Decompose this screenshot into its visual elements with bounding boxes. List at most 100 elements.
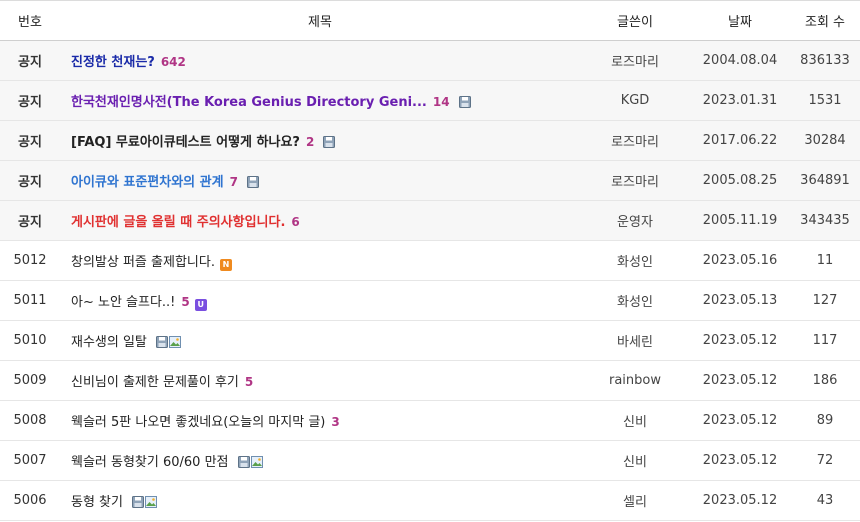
floppy-icon [458,96,471,108]
row-views: 43 [790,480,860,521]
row-num: 5009 [0,360,60,401]
floppy-icon [323,136,336,148]
row-title-cell: [FAQ] 무료아이큐테스트 어떻게 하나요? 2 [60,120,580,161]
row-title-cell: 한국천재인명사전(The Korea Genius Directory Geni… [60,80,580,121]
post-title-link[interactable]: 웩슬러 동형찾기 60/60 만점 [71,455,229,470]
row-writer[interactable]: 로즈마리 [580,120,690,161]
post-title-link[interactable]: 동형 찾기 [71,495,123,510]
row-num: 5010 [0,320,60,361]
post-title-link[interactable]: 한국천재인명사전(The Korea Genius Directory Geni… [71,95,427,110]
comment-count[interactable]: 5 [245,375,253,389]
row-writer[interactable]: 로즈마리 [580,160,690,201]
header-writer: 글쓴이 [580,0,690,41]
notice-row[interactable]: 공지 아이큐와 표준편차와의 관계 7 로즈마리 2005.08.25 36489… [0,160,860,201]
comment-count[interactable]: 2 [306,135,314,149]
row-date: 2023.05.12 [690,440,790,481]
post-row[interactable]: 5007 웩슬러 동형찾기 60/60 만점 신비 2023.05.12 72 [0,440,860,481]
row-views: 11 [790,240,860,281]
post-row[interactable]: 5006 동형 찾기 셀리 2023.05.12 43 [0,480,860,521]
row-writer[interactable]: rainbow [580,360,690,401]
post-title-link[interactable]: [FAQ] 무료아이큐테스트 어떻게 하나요? [71,135,300,150]
row-title-cell: 웩슬러 5판 나오면 좋겠네요(오늘의 마지막 글) 3 [60,400,580,441]
post-title-link[interactable]: 신비님이 출제한 문제풀이 후기 [71,375,239,390]
board-header: 번호 제목 글쓴이 날짜 조회 수 [0,0,860,41]
row-date: 2017.06.22 [690,120,790,161]
notice-row[interactable]: 공지 진정한 천재는? 642 로즈마리 2004.08.04 836133 [0,40,860,81]
post-title-link[interactable]: 아이큐와 표준편차와의 관계 [71,175,224,190]
row-date: 2023.05.12 [690,360,790,401]
row-num: 5012 [0,240,60,281]
row-num: 공지 [0,40,60,81]
post-title-link[interactable]: 게시판에 글을 올릴 때 주의사항입니다. [71,215,285,230]
row-views: 72 [790,440,860,481]
row-views: 836133 [790,40,860,81]
comment-count[interactable]: 6 [291,215,299,229]
post-title-link[interactable]: 진정한 천재는? [71,55,155,70]
row-views: 89 [790,400,860,441]
row-num: 5007 [0,440,60,481]
row-title-cell: 재수생의 일탈 [60,320,580,361]
post-row[interactable]: 5010 재수생의 일탈 바세린 2023.05.12 117 [0,320,860,361]
row-date: 2023.05.12 [690,480,790,521]
header-num: 번호 [0,0,60,41]
row-date: 2023.05.13 [690,280,790,321]
comment-count[interactable]: 5 [181,295,189,309]
image-icon [169,336,182,348]
row-writer[interactable]: 운영자 [580,200,690,241]
row-title-cell: 동형 찾기 [60,480,580,521]
row-date: 2023.01.31 [690,80,790,121]
row-writer[interactable]: 화성인 [580,240,690,281]
header-date: 날짜 [690,0,790,41]
header-title: 제목 [60,0,580,41]
row-writer[interactable]: KGD [580,80,690,121]
floppy-icon [156,336,169,348]
row-views: 1531 [790,80,860,121]
comment-count[interactable]: 14 [433,95,450,109]
row-title-cell: 신비님이 출제한 문제풀이 후기 5 [60,360,580,401]
row-title-cell: 진정한 천재는? 642 [60,40,580,81]
row-title-cell: 아이큐와 표준편차와의 관계 7 [60,160,580,201]
row-writer[interactable]: 신비 [580,440,690,481]
board-body: 공지 진정한 천재는? 642 로즈마리 2004.08.04 836133 공지… [0,40,860,521]
image-icon [250,456,263,468]
post-row[interactable]: 5012 창의발상 퍼즐 출제합니다. N 화성인 2023.05.16 11 [0,240,860,281]
row-num: 5008 [0,400,60,441]
row-date: 2004.08.04 [690,40,790,81]
floppy-icon [247,176,260,188]
row-num: 공지 [0,120,60,161]
row-title-cell: 게시판에 글을 올릴 때 주의사항입니다. 6 [60,200,580,241]
notice-row[interactable]: 공지 [FAQ] 무료아이큐테스트 어떻게 하나요? 2 로즈마리 2017.06… [0,120,860,161]
row-writer[interactable]: 화성인 [580,280,690,321]
row-writer[interactable]: 로즈마리 [580,40,690,81]
header-views: 조회 수 [790,0,860,41]
row-views: 186 [790,360,860,401]
post-title-link[interactable]: 웩슬러 5판 나오면 좋겠네요(오늘의 마지막 글) [71,415,325,430]
floppy-icon [237,456,250,468]
row-date: 2023.05.16 [690,240,790,281]
post-row[interactable]: 5008 웩슬러 5판 나오면 좋겠네요(오늘의 마지막 글) 3 신비 2023… [0,400,860,441]
notice-row[interactable]: 공지 한국천재인명사전(The Korea Genius Directory G… [0,80,860,121]
row-date: 2005.11.19 [690,200,790,241]
row-date: 2023.05.12 [690,400,790,441]
board-table: 번호 제목 글쓴이 날짜 조회 수 공지 진정한 천재는? 642 로즈마리 20… [0,0,860,521]
post-title-link[interactable]: 재수생의 일탈 [71,335,147,350]
row-views: 127 [790,280,860,321]
post-title-link[interactable]: 창의발상 퍼즐 출제합니다. [71,255,215,270]
row-writer[interactable]: 셀리 [580,480,690,521]
row-writer[interactable]: 신비 [580,400,690,441]
comment-count[interactable]: 3 [331,415,339,429]
row-title-cell: 웩슬러 동형찾기 60/60 만점 [60,440,580,481]
post-title-link[interactable]: 아~ 노안 슬프다..! [71,295,175,310]
comment-count[interactable]: 7 [230,175,238,189]
notice-row[interactable]: 공지 게시판에 글을 올릴 때 주의사항입니다. 6 운영자 2005.11.19… [0,200,860,241]
row-date: 2023.05.12 [690,320,790,361]
image-icon [145,496,158,508]
row-num: 공지 [0,80,60,121]
floppy-icon [132,496,145,508]
post-row[interactable]: 5011 아~ 노안 슬프다..! 5 U 화성인 2023.05.13 127 [0,280,860,321]
row-date: 2005.08.25 [690,160,790,201]
post-row[interactable]: 5009 신비님이 출제한 문제풀이 후기 5 rainbow 2023.05.1… [0,360,860,401]
comment-count[interactable]: 642 [161,55,186,69]
row-views: 364891 [790,160,860,201]
row-writer[interactable]: 바세린 [580,320,690,361]
